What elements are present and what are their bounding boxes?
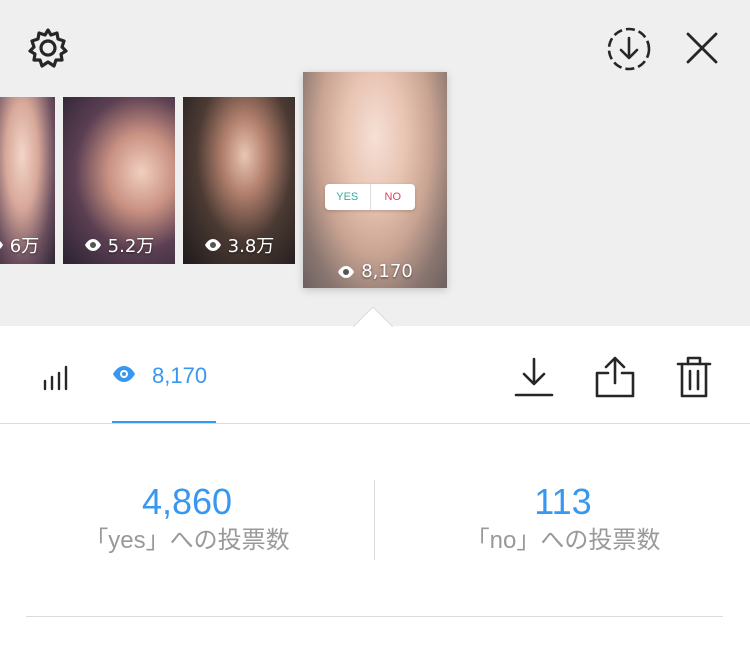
poll-sticker: YES NO [325,184,415,210]
view-count-label: 3.8万 [183,232,295,258]
poll-no-result: 113 「no」への投票数 [376,482,750,556]
view-count-label: 8,170 [303,261,447,282]
selection-caret [353,306,393,327]
bar-chart-icon[interactable] [42,363,72,391]
download-icon[interactable] [514,357,554,397]
view-count: 5.2万 [107,236,155,257]
story-actions-bar: 8,170 [0,327,750,424]
poll-no-option: NO [384,191,402,203]
eye-icon [112,365,136,383]
view-count: 6万 [9,236,40,257]
view-count: 8,170 [361,261,413,282]
story-thumbnail-selected[interactable]: YES NO 8,170 [303,72,447,288]
story-strip-area: 6万 5.2万 3.8万 YES NO 8,170 [0,0,750,327]
poll-no-label: 「no」への投票数 [465,527,661,554]
poll-yes-label: 「yes」への投票数 [84,527,290,554]
poll-no-count: 113 [534,481,592,522]
story-thumbnail[interactable]: 3.8万 [183,97,295,264]
story-thumbnail[interactable]: 5.2万 [63,97,175,264]
poll-results: 4,860 「yes」への投票数 113 「no」への投票数 [0,424,750,614]
viewers-count: 8,170 [152,363,208,388]
view-count-label: 6万 [0,232,55,258]
trash-icon[interactable] [676,355,712,399]
poll-yes-count: 4,860 [141,481,233,522]
download-circle-icon[interactable] [606,26,652,72]
poll-divider [374,480,375,560]
close-icon[interactable] [684,30,720,66]
poll-yes-option: YES [325,184,371,210]
view-count: 3.8万 [227,236,275,257]
story-photo [303,72,447,288]
poll-yes-result: 4,860 「yes」への投票数 [0,482,374,556]
share-icon[interactable] [594,355,636,399]
view-count-label: 5.2万 [63,232,175,258]
active-tab-indicator [112,421,216,423]
story-thumbnail[interactable]: 6万 [0,97,55,264]
section-divider [26,616,723,617]
gear-icon[interactable] [26,26,70,70]
